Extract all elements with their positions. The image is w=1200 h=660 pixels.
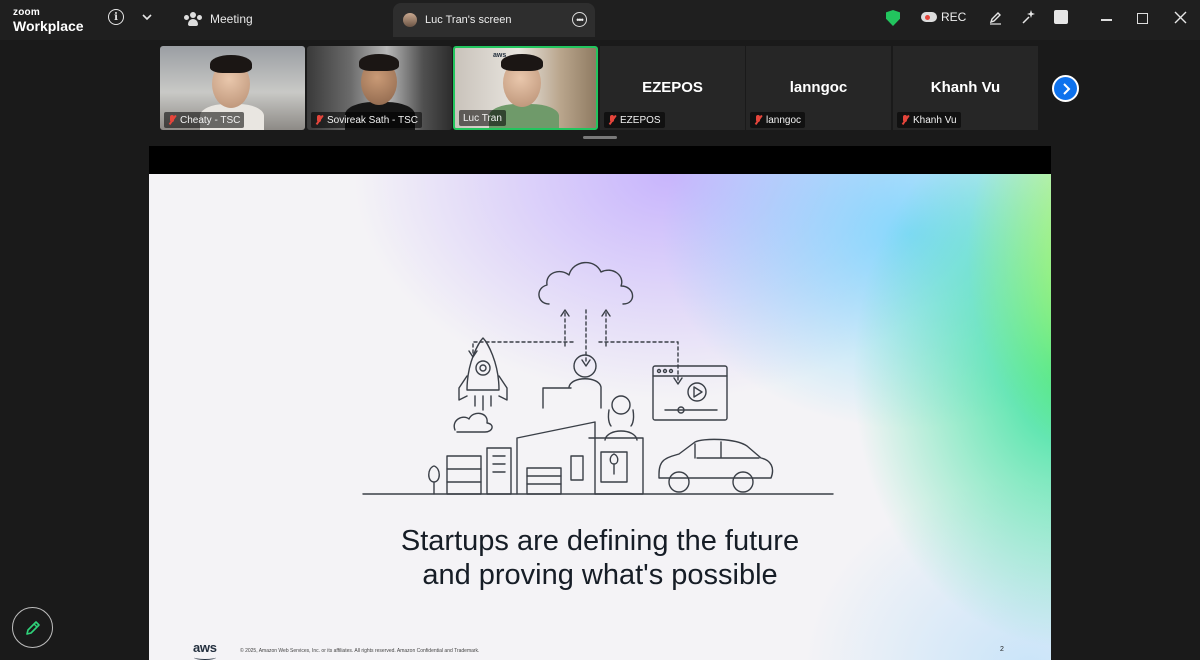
cloud-record-icon (921, 12, 937, 22)
participant-tile-active-speaker[interactable]: aws Luc Tran (453, 46, 598, 130)
slide-footer: © 2025, Amazon Web Services, Inc. or its… (240, 648, 480, 654)
headline-line-2: and proving what's possible (422, 559, 778, 591)
participant-tile[interactable]: Khanh Vu Khanh Vu (893, 46, 1038, 130)
filmstrip-resize-handle[interactable] (583, 136, 617, 139)
participant-display-name: EZEPOS (642, 79, 703, 96)
annotate-button[interactable] (12, 607, 53, 648)
participant-name: Cheaty - TSC (180, 114, 241, 126)
screen-share-tab[interactable]: Luc Tran's screen ••• (393, 3, 595, 37)
zoom-workplace-logo: zoom Workplace (13, 7, 84, 34)
chevron-down-icon[interactable] (140, 10, 154, 24)
mic-off-icon (315, 115, 323, 125)
participant-name-tag: EZEPOS (604, 112, 665, 128)
participant-tile[interactable]: EZEPOS EZEPOS (600, 46, 745, 130)
participant-tile[interactable]: Sovireak Sath - TSC (307, 46, 452, 130)
annotate-icon (25, 620, 40, 635)
restore-icon[interactable] (1137, 13, 1148, 24)
participant-name-tag: Sovireak Sath - TSC (311, 112, 422, 128)
slide-page-number: 2 (1000, 646, 1004, 653)
headline-line-1: Startups are defining the future (400, 525, 800, 557)
mic-off-icon (754, 115, 762, 125)
shield-icon[interactable] (886, 10, 900, 26)
pen-icon[interactable] (987, 9, 1003, 25)
participant-display-name: lanngoc (789, 79, 848, 96)
meeting-tab[interactable]: Meeting (176, 5, 261, 33)
participant-filmstrip: Cheaty - TSC Sovireak Sath - TSC aws Luc… (160, 46, 1056, 130)
shared-slide: Startups are defining the future and pro… (149, 174, 1051, 660)
screen-tab-label: Luc Tran's screen (425, 14, 512, 26)
mic-off-icon (608, 115, 616, 125)
close-icon[interactable] (1172, 9, 1188, 25)
slide-headline: Startups are defining the future and pro… (149, 524, 1051, 592)
minimize-icon[interactable] (1101, 19, 1112, 21)
participant-name-tag: Cheaty - TSC (164, 112, 245, 128)
record-button[interactable]: REC (921, 10, 966, 24)
brand-line2: Workplace (13, 18, 84, 34)
participant-tile[interactable]: lanngoc lanngoc (746, 46, 891, 130)
zoom-window: zoom Workplace i Meeting Luc Tran's scre… (0, 0, 1200, 660)
startup-illustration (362, 261, 834, 495)
participant-name: Luc Tran (463, 112, 502, 124)
mic-off-icon (168, 115, 176, 125)
participant-name: Sovireak Sath - TSC (327, 114, 418, 126)
apps-icon[interactable] (1054, 10, 1068, 24)
brand-line1: zoom (13, 7, 40, 18)
meeting-tab-label: Meeting (210, 12, 253, 26)
mic-off-icon (901, 115, 909, 125)
title-bar: zoom Workplace i Meeting Luc Tran's scre… (0, 0, 1200, 40)
sparkle-icon[interactable] (1020, 9, 1036, 25)
participant-display-name: Khanh Vu (930, 79, 1001, 96)
avatar (403, 13, 417, 27)
participant-name-tag: Luc Tran (459, 110, 506, 126)
filmstrip-next-button[interactable] (1052, 75, 1079, 102)
participant-tile[interactable]: Cheaty - TSC (160, 46, 305, 130)
aws-logo: aws (193, 640, 217, 660)
shared-screen-letterbox (149, 146, 1051, 174)
participant-name-tag: lanngoc (750, 112, 806, 128)
participant-name: lanngoc (766, 114, 802, 126)
more-icon[interactable]: ••• (572, 12, 587, 27)
participant-name-tag: Khanh Vu (897, 112, 961, 128)
rec-label: REC (941, 10, 967, 24)
participant-name: EZEPOS (620, 114, 661, 126)
people-icon (184, 12, 202, 26)
info-icon[interactable]: i (108, 9, 124, 25)
aws-badge: aws (493, 52, 507, 59)
chevron-right-icon (1062, 82, 1070, 95)
participant-name: Khanh Vu (913, 114, 957, 126)
